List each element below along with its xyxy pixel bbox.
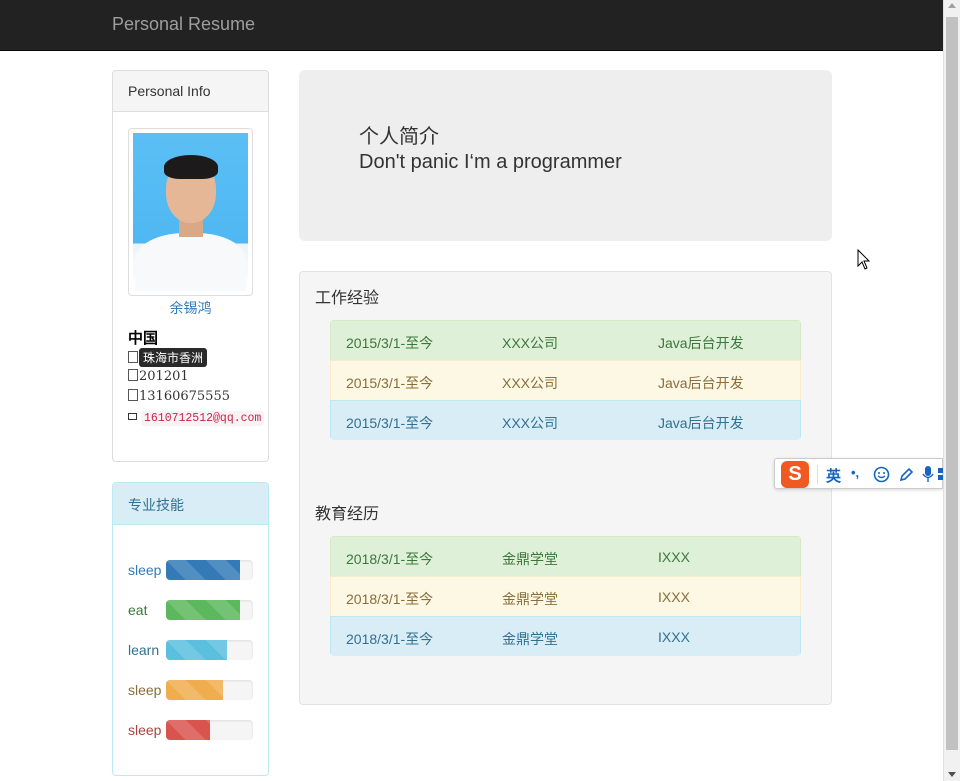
scroll-down-icon[interactable]	[948, 772, 956, 777]
phone-icon	[128, 389, 138, 401]
organization-cell: XXX公司	[502, 375, 559, 391]
mouse-cursor-icon	[857, 249, 871, 270]
profile-photo	[128, 128, 253, 296]
date-cell: 2018/3/1-至今	[346, 591, 434, 607]
postal-code-line: 201201	[128, 369, 189, 384]
country: 中国	[128, 329, 159, 347]
skill-progress-fill	[166, 560, 240, 580]
skill-label: learn	[128, 642, 160, 658]
education-title: 教育经历	[315, 506, 380, 523]
navbar-brand[interactable]: Personal Resume	[112, 14, 255, 35]
role-cell: IXXX	[658, 549, 690, 565]
organization-cell: XXX公司	[502, 335, 559, 351]
skill-progress-bar	[166, 720, 253, 740]
skill-label: sleep	[128, 562, 162, 578]
role-cell: IXXX	[658, 629, 690, 645]
phone-line: 13160675555	[128, 389, 230, 404]
intro-subtitle: 个人简介	[359, 124, 439, 148]
skill-row: sleep	[128, 680, 258, 700]
address-tooltip: 珠海市香洲	[139, 348, 208, 367]
list-item: 2015/3/1-至今 XXX公司 Java后台开发	[330, 360, 801, 401]
address-line: 珠海市香洲	[128, 348, 208, 367]
role-cell: IXXX	[658, 589, 690, 605]
vertical-scrollbar[interactable]	[943, 0, 960, 781]
skill-progress-bar	[166, 600, 253, 620]
skill-progress-fill	[166, 600, 240, 620]
envelope-icon	[128, 413, 137, 420]
list-item: 2018/3/1-至今 金鼎学堂 IXXX	[330, 616, 801, 656]
experience-well: 工作经验 2015/3/1-至今 XXX公司 Java后台开发 2015/3/1-至今…	[299, 271, 832, 705]
list-item: 2015/3/1-至今 XXX公司 Java后台开发	[330, 320, 801, 361]
skill-label: sleep	[128, 682, 162, 698]
pen-icon[interactable]	[898, 466, 914, 483]
skills-heading: 专业技能	[113, 483, 268, 525]
phone-number: 13160675555	[139, 389, 230, 404]
education-list: 2018/3/1-至今 金鼎学堂 IXXX 2018/3/1-至今 金鼎学堂 IXXX 20…	[330, 536, 801, 656]
skill-progress-bar	[166, 680, 253, 700]
skill-progress-bar	[166, 560, 253, 580]
skill-row: learn	[128, 640, 258, 660]
skill-label: eat	[128, 602, 148, 618]
date-cell: 2018/3/1-至今	[346, 551, 434, 567]
ime-mode-toggle[interactable]: 英	[826, 465, 841, 486]
skill-progress-fill	[166, 640, 227, 660]
personal-info-panel: Personal Info 余锡鸿 中国 珠海市香洲 201201 131606…	[112, 70, 269, 462]
punctuation-icon[interactable]: •,	[851, 465, 859, 480]
skill-row: sleep	[128, 560, 258, 580]
scrollbar-thumb[interactable]	[946, 17, 958, 750]
email-address: 1610712512@qq.com	[141, 411, 265, 426]
postal-code: 201201	[139, 369, 189, 384]
skill-progress-fill	[166, 720, 210, 740]
work-list: 2015/3/1-至今 XXX公司 Java后台开发 2015/3/1-至今 XXX公司…	[330, 320, 801, 440]
work-title: 工作经验	[315, 290, 380, 307]
scroll-up-icon[interactable]	[948, 3, 956, 8]
organization-cell: XXX公司	[502, 415, 559, 431]
list-item: 2018/3/1-至今 金鼎学堂 IXXX	[330, 576, 801, 617]
skill-row: eat	[128, 600, 258, 620]
location-icon	[128, 351, 138, 363]
skill-label: sleep	[128, 722, 162, 738]
navbar: Personal Resume	[0, 0, 943, 51]
organization-cell: 金鼎学堂	[502, 631, 558, 647]
skills-panel: 专业技能 sleep eat learn sleep sleep	[112, 482, 269, 776]
skill-row: sleep	[128, 720, 258, 740]
microphone-icon[interactable]	[922, 465, 934, 484]
date-cell: 2015/3/1-至今	[346, 415, 434, 431]
personal-info-heading: Personal Info	[113, 71, 268, 112]
role-cell: Java后台开发	[658, 415, 744, 431]
date-cell: 2015/3/1-至今	[346, 375, 434, 391]
skill-progress-fill	[166, 680, 223, 700]
role-cell: Java后台开发	[658, 335, 744, 351]
postcode-icon	[128, 369, 138, 381]
date-cell: 2018/3/1-至今	[346, 631, 434, 647]
intro-motto: Don't panic I‘m a programmer	[359, 151, 622, 173]
email-line: 1610712512@qq.com	[128, 410, 265, 426]
list-item: 2018/3/1-至今 金鼎学堂 IXXX	[330, 536, 801, 577]
date-cell: 2015/3/1-至今	[346, 335, 434, 351]
skill-progress-bar	[166, 640, 253, 660]
list-item: 2015/3/1-至今 XXX公司 Java后台开发	[330, 400, 801, 440]
emoji-icon[interactable]	[873, 466, 890, 483]
intro-jumbotron: 个人简介 Don't panic I‘m a programmer	[299, 70, 832, 241]
ime-toolbar[interactable]: S 英 •,	[774, 458, 943, 489]
organization-cell: 金鼎学堂	[502, 591, 558, 607]
sogou-logo-icon[interactable]: S	[781, 461, 809, 488]
organization-cell: 金鼎学堂	[502, 551, 558, 567]
role-cell: Java后台开发	[658, 375, 744, 391]
profile-name[interactable]: 余锡鸿	[113, 298, 268, 318]
